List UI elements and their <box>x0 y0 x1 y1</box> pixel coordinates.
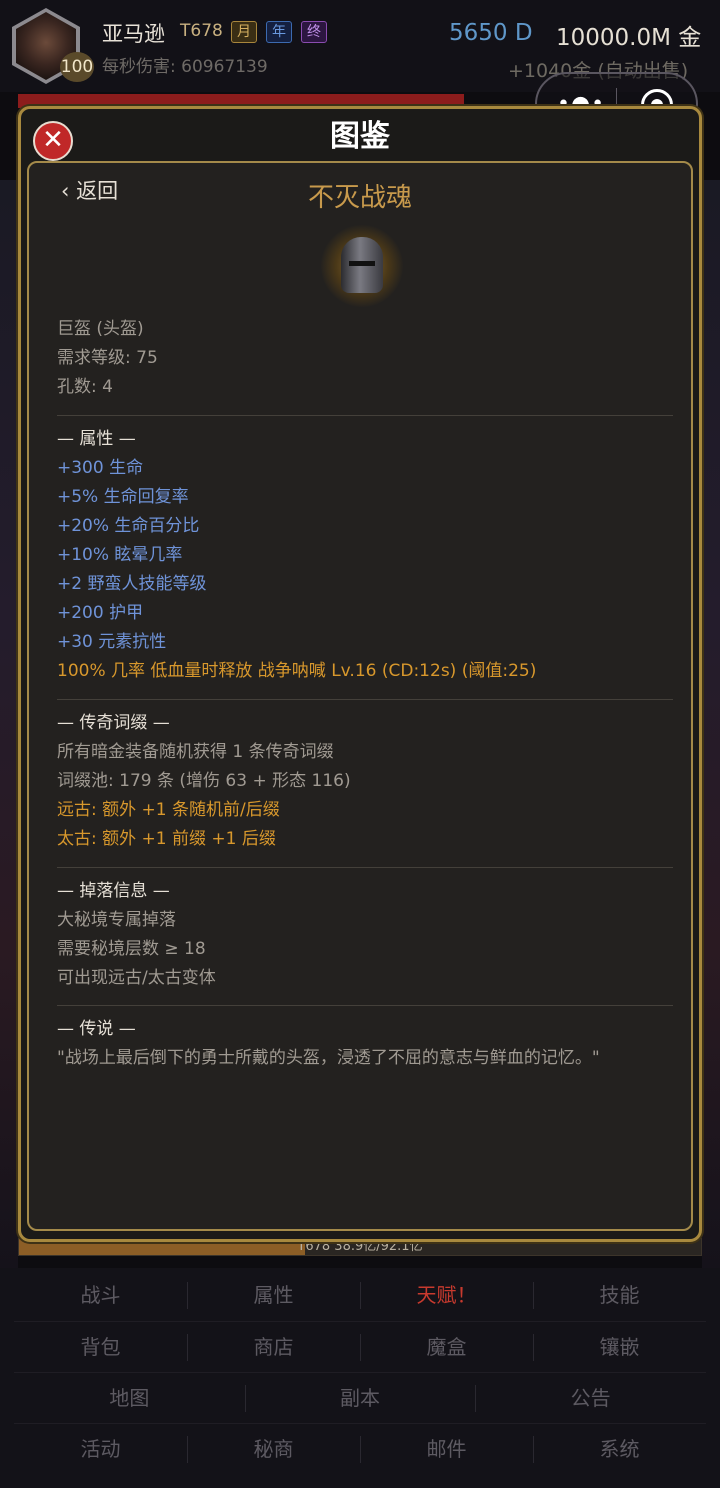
codex-dialog: 图鉴 ✕ ‹ 返回 不灭战魂 巨盔 (头盔) 需求等级: 75 孔数: 4 — … <box>18 106 702 1242</box>
section-divider <box>57 1005 673 1006</box>
helmet-shape <box>341 237 383 293</box>
attribute-line: +20% 生命百分比 <box>57 516 200 536</box>
attributes-header: — 属性 — <box>57 429 136 449</box>
section-divider <box>57 867 673 868</box>
nav-row: 活动 秘商 邮件 系统 <box>14 1423 706 1474</box>
attribute-line: +10% 眩晕几率 <box>57 545 183 565</box>
primal-variant: 太古: 额外 +1 前缀 +1 后缀 <box>57 829 276 849</box>
background-scene-right <box>702 180 720 1280</box>
attributes-section: — 属性 — +300 生命 +5% 生命回复率 +20% 生命百分比 +10%… <box>57 425 536 686</box>
item-detail-panel: ‹ 返回 不灭战魂 巨盔 (头盔) 需求等级: 75 孔数: 4 — 属性 — … <box>27 161 693 1231</box>
drop-line: 需要秘境层数 ≥ 18 <box>57 939 206 959</box>
player-name: 亚马逊 <box>102 22 165 46</box>
nav-map[interactable]: 地图 <box>14 1373 245 1423</box>
legendary-line: 所有暗金装备随机获得 1 条传奇词缀 <box>57 742 334 762</box>
diamond-balance: 5650 D <box>449 20 533 46</box>
required-level: 需求等级: 75 <box>57 348 158 368</box>
attribute-line: +300 生命 <box>57 458 144 478</box>
drop-line: 大秘境专属掉落 <box>57 910 176 930</box>
nav-magic-box[interactable]: 魔盒 <box>360 1322 533 1372</box>
item-name: 不灭战魂 <box>307 183 412 213</box>
section-divider <box>57 415 673 416</box>
nav-attributes[interactable]: 属性 <box>187 1270 360 1321</box>
nav-row: 背包 商店 魔盒 镶嵌 <box>14 1321 706 1372</box>
nav-system[interactable]: 系统 <box>533 1424 706 1474</box>
nav-row: 地图 副本 公告 <box>14 1372 706 1423</box>
level-badge: 100 <box>60 52 94 82</box>
attribute-line: +5% 生命回复率 <box>57 487 189 507</box>
lifetime-card-badge: 终 <box>301 21 327 43</box>
drop-header: — 掉落信息 — <box>57 881 170 901</box>
nav-backpack[interactable]: 背包 <box>14 1322 187 1372</box>
nav-socketing[interactable]: 镶嵌 <box>533 1322 706 1372</box>
helmet-icon <box>321 225 403 307</box>
ancient-variant: 远古: 额外 +1 条随机前/后缀 <box>57 800 280 820</box>
nav-shop[interactable]: 商店 <box>187 1322 360 1372</box>
item-type: 巨盔 (头盔) <box>57 319 144 339</box>
bottom-navigation: 战斗 属性 天赋！ 技能 背包 商店 魔盒 镶嵌 地图 副本 公告 活动 秘商 … <box>0 1268 720 1488</box>
nav-battle[interactable]: 战斗 <box>14 1270 187 1321</box>
background-scene-left <box>0 180 18 1280</box>
nav-events[interactable]: 活动 <box>14 1424 187 1474</box>
player-tier: T678 <box>180 21 223 41</box>
attribute-line: +30 元素抗性 <box>57 632 167 652</box>
nav-row: 战斗 属性 天赋！ 技能 <box>14 1270 706 1321</box>
lore-text: "战场上最后倒下的勇士所戴的头盔，浸透了不屈的意志与鲜血的记忆。" <box>57 1048 600 1068</box>
nav-mail[interactable]: 邮件 <box>360 1424 533 1474</box>
nav-secret-merchant[interactable]: 秘商 <box>187 1424 360 1474</box>
section-divider <box>57 699 673 700</box>
yearly-card-badge: 年 <box>266 21 292 43</box>
nav-announcement[interactable]: 公告 <box>475 1373 706 1423</box>
legendary-header: — 传奇词缀 — <box>57 713 170 733</box>
attribute-line: +200 护甲 <box>57 603 144 623</box>
legendary-line: 词缀池: 179 条 (增伤 63 + 形态 116) <box>57 771 351 791</box>
drop-info-section: — 掉落信息 — 大秘境专属掉落 需要秘境层数 ≥ 18 可出现远古/太古变体 <box>57 877 216 993</box>
dialog-title-text: 图鉴 <box>326 119 394 154</box>
lore-header: — 传说 — <box>57 1019 136 1039</box>
socket-count: 孔数: 4 <box>57 377 113 397</box>
lore-section: — 传说 — "战场上最后倒下的勇士所戴的头盔，浸透了不屈的意志与鲜血的记忆。" <box>57 1015 600 1073</box>
nav-skills[interactable]: 技能 <box>533 1270 706 1321</box>
gold-balance: 10000.0M 金 <box>556 25 702 51</box>
dialog-title: 图鉴 <box>21 111 699 155</box>
drop-line: 可出现远古/太古变体 <box>57 968 216 988</box>
attribute-line: +2 野蛮人技能等级 <box>57 574 207 594</box>
dps-readout: 每秒伤害: 60967139 <box>102 57 268 77</box>
nav-dungeon[interactable]: 副本 <box>244 1373 476 1423</box>
monthly-card-badge: 月 <box>231 21 257 43</box>
close-button[interactable]: ✕ <box>33 121 73 161</box>
legendary-affix-section: — 传奇词缀 — 所有暗金装备随机获得 1 条传奇词缀 词缀池: 179 条 (… <box>57 709 351 854</box>
nav-talents[interactable]: 天赋！ <box>360 1270 533 1321</box>
item-basic-info: 巨盔 (头盔) 需求等级: 75 孔数: 4 <box>57 315 158 402</box>
proc-effect: 100% 几率 低血量时释放 战争呐喊 Lv.16 (CD:12s) (阈值:2… <box>57 661 537 681</box>
